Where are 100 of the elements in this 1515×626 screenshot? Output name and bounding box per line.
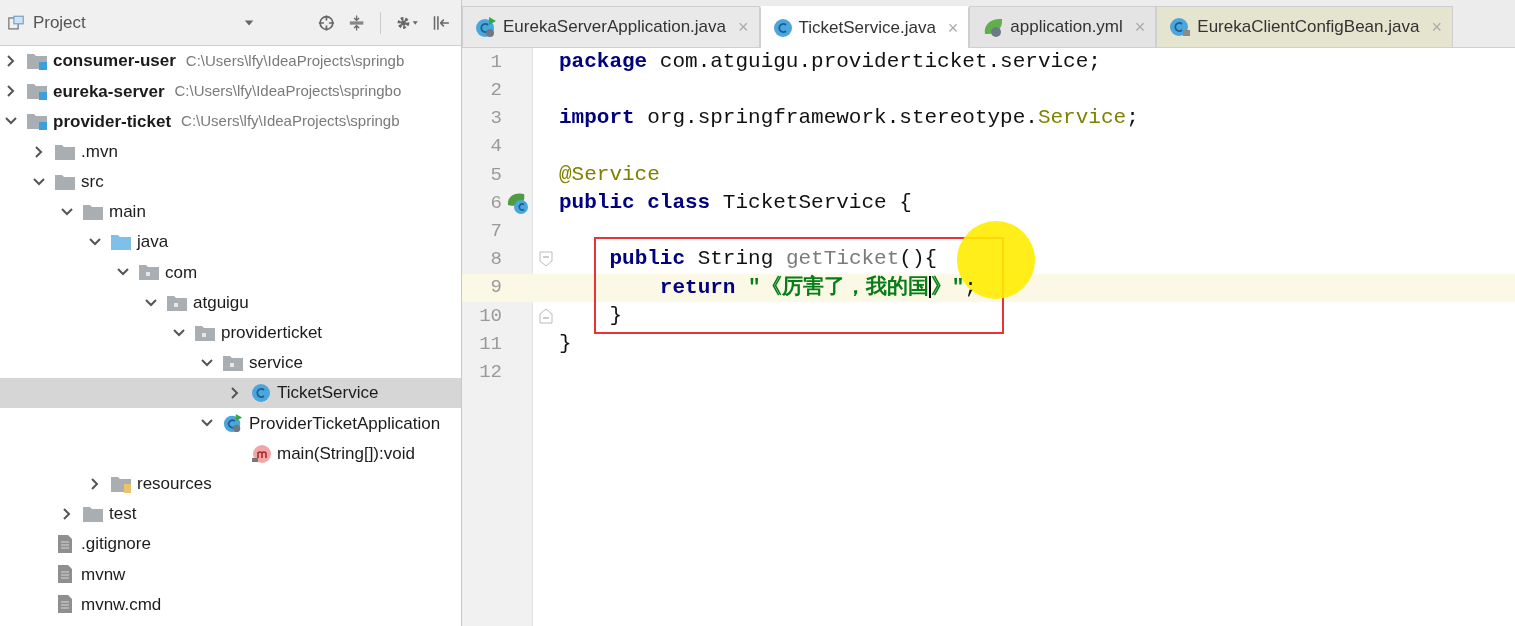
panel-title: Project	[32, 11, 86, 34]
source-folder-icon	[110, 232, 132, 253]
locate-icon[interactable]	[317, 12, 335, 33]
item-label: java	[137, 231, 169, 254]
locked-class-icon	[1169, 16, 1192, 38]
code-token: getTicket	[785, 247, 900, 271]
tree-item[interactable]: java	[0, 227, 461, 258]
class-icon	[250, 383, 272, 404]
item-label: providerticket	[221, 322, 323, 345]
tree-item[interactable]: ProviderTicketApplication	[0, 408, 461, 439]
code-token: (){	[899, 247, 938, 271]
line-number: 3	[489, 106, 502, 132]
tree-item[interactable]: main	[0, 196, 461, 228]
line-number: 8	[489, 247, 502, 273]
editor-tab[interactable]: TicketService.java ×	[759, 6, 970, 48]
line-number: 7	[489, 218, 502, 244]
tab-label: TicketService.java	[798, 17, 936, 40]
line-number: 10	[478, 303, 502, 329]
item-label: ProviderTicketApplication	[249, 412, 441, 435]
project-icon	[8, 13, 25, 32]
module-folder-icon	[26, 51, 48, 72]
tree-item[interactable]: atguigu	[0, 287, 461, 318]
spring-class-icon	[222, 413, 244, 434]
code-token: public	[609, 247, 686, 271]
collapse-icon[interactable]	[348, 12, 364, 33]
tree-item[interactable]: consumer-user C:\Users\lfy\IdeaProjects\springb	[0, 46, 461, 77]
code-token: com.atguigu.providerticket.service;	[659, 50, 1101, 74]
code-token: import	[559, 106, 635, 130]
folder-icon	[82, 202, 104, 223]
item-label: main(String[]):void	[277, 442, 415, 465]
tree-item[interactable]: mvnw	[0, 559, 461, 590]
item-label: eureka-server	[53, 80, 165, 103]
item-label: .mvn	[81, 140, 118, 163]
tree-item[interactable]: main(String[]):void	[0, 438, 461, 469]
tree-item[interactable]: com	[0, 257, 461, 288]
tab-label: application.yml	[1010, 16, 1123, 39]
line-number: 11	[478, 331, 502, 357]
code-token: TicketService {	[722, 191, 912, 215]
item-label: test	[109, 503, 137, 526]
method-icon	[250, 443, 272, 464]
item-label: mvnw.cmd	[81, 593, 162, 616]
module-folder-icon	[26, 111, 48, 132]
code-token: String	[697, 247, 775, 271]
item-path: C:\Users\lfy\IdeaProjects\springbo	[174, 81, 402, 102]
code-token: return	[659, 275, 736, 299]
tab-label: EurekaClientConfigBean.java	[1197, 16, 1420, 39]
code-token: ;	[964, 275, 977, 299]
item-label: resources	[137, 472, 212, 495]
spring-class-icon	[475, 16, 497, 38]
item-label: service	[249, 352, 303, 375]
line-number: 1	[489, 49, 502, 75]
code-token: @Service	[559, 162, 660, 186]
tree-item[interactable]: resources	[0, 468, 461, 499]
item-label: .gitignore	[81, 533, 151, 556]
line-number: 2	[489, 78, 502, 104]
code-token: 》"	[930, 275, 965, 299]
dropdown-caret-icon[interactable]	[243, 18, 254, 27]
item-label: provider-ticket	[53, 110, 172, 133]
package-icon	[138, 262, 160, 283]
code-token: Service	[1037, 106, 1127, 130]
tree-item[interactable]: mvnw.cmd	[0, 589, 461, 620]
editor-tab[interactable]: EurekaServerApplication.java ×	[462, 6, 760, 47]
fold-marker-icon[interactable]	[539, 251, 553, 268]
code-token: }	[559, 331, 572, 355]
tree-item[interactable]: .mvn	[0, 136, 461, 167]
line-number: 6	[489, 190, 502, 216]
item-label: main	[109, 201, 146, 224]
code-token: ;	[1126, 106, 1139, 130]
code-token: "《厉害了，我的国	[748, 275, 929, 299]
line-number: 4	[489, 134, 502, 160]
tree-item[interactable]: src	[0, 166, 461, 197]
code-token: package	[559, 50, 648, 74]
module-folder-icon	[26, 81, 48, 102]
item-path: C:\Users\lfy\IdeaProjects\springb	[181, 111, 400, 132]
class-icon	[772, 18, 793, 38]
tab-label: EurekaServerApplication.java	[503, 16, 726, 39]
item-label: mvnw	[81, 563, 126, 586]
tree-item[interactable]: service	[0, 347, 461, 379]
item-label: consumer-user	[53, 50, 176, 73]
code-token: }	[609, 303, 623, 327]
line-number: 5	[489, 162, 502, 188]
item-label: src	[81, 171, 104, 194]
tree-item[interactable]: provider-ticket C:\Users\lfy\IdeaProjects\springb	[0, 106, 461, 137]
tree-item[interactable]: providerticket	[0, 317, 461, 348]
tree-item[interactable]: TicketService	[0, 378, 461, 409]
tree-item[interactable]: .gitignore	[0, 529, 461, 560]
editor-tab[interactable]: application.yml ×	[969, 6, 1157, 47]
fold-marker-icon[interactable]	[539, 307, 553, 324]
editor-tab[interactable]: EurekaClientConfigBean.java ×	[1156, 6, 1453, 47]
line-number: 9	[489, 275, 502, 301]
code-token: org.springframework.stereotype.	[647, 106, 1038, 130]
code-token: public class	[559, 191, 711, 215]
item-label: atguigu	[193, 291, 249, 314]
leaf-icon	[982, 16, 1005, 38]
item-label: TicketService	[277, 382, 379, 405]
tree-item[interactable]: test	[0, 498, 461, 529]
item-path: C:\Users\lfy\IdeaProjects\springb	[185, 50, 405, 71]
tree-item[interactable]: eureka-server C:\Users\lfy\IdeaProjects\springbo	[0, 76, 461, 107]
line-number: 12	[478, 359, 502, 385]
item-label: com	[165, 261, 198, 284]
